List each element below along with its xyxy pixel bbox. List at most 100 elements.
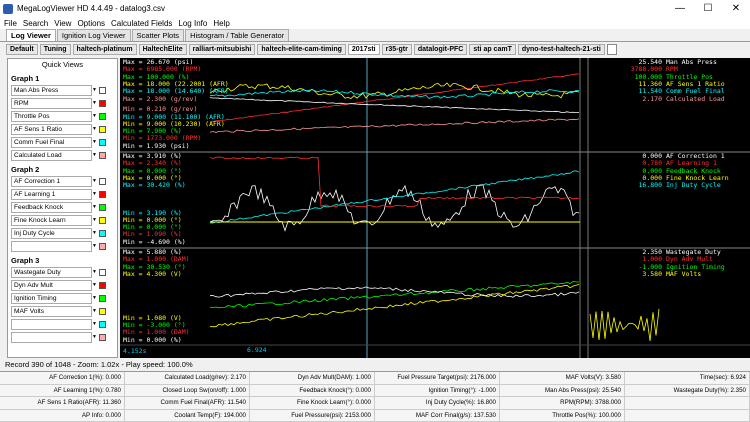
chevron-down-icon[interactable]: ▼ <box>92 267 97 278</box>
readout-cell: Dyn Adv Mult(DAM): 1.000 <box>250 372 375 385</box>
graph-field-row: AF Correction 1 ▼ <box>8 175 117 188</box>
field-select[interactable]: Dyn Adv Mult <box>11 280 92 291</box>
project-tab-haltech-elite-cam-timing[interactable]: haltech-elite-cam-timing <box>257 44 346 55</box>
menu-log-info[interactable]: Log Info <box>178 19 207 28</box>
color-swatch[interactable] <box>99 217 106 224</box>
field-select[interactable]: AF Learning 1 <box>11 189 92 200</box>
project-tab-r35-gtr[interactable]: r35-gtr <box>381 44 412 55</box>
field-select[interactable] <box>11 241 92 252</box>
readout-cell: Time(sec): 6.924 <box>625 372 750 385</box>
field-select[interactable]: AF Correction 1 <box>11 176 92 187</box>
color-swatch[interactable] <box>99 230 106 237</box>
tab-log-viewer[interactable]: Log Viewer <box>6 29 56 41</box>
chevron-down-icon[interactable]: ▼ <box>92 293 97 304</box>
field-select[interactable]: Feedback Knock <box>11 202 92 213</box>
field-select[interactable]: Throttle Pos <box>11 111 92 122</box>
chevron-down-icon[interactable]: ▼ <box>92 228 97 239</box>
color-swatch[interactable] <box>99 139 106 146</box>
graph-field-panel: Quick Views Graph 1 Man Abs Press ▼ RPM ▼ Thr… <box>7 58 118 358</box>
color-swatch[interactable] <box>99 308 106 315</box>
graph-field-row: Fine Knock Learn ▼ <box>8 214 117 227</box>
chevron-down-icon[interactable]: ▼ <box>92 306 97 317</box>
rpm-trace <box>209 73 580 123</box>
project-tab-datalogit-pfc[interactable]: datalogit-PFC <box>413 44 468 55</box>
color-swatch[interactable] <box>99 204 106 211</box>
readout-cell: AF Sens 1 Ratio(AFR): 11.360 <box>0 397 125 410</box>
color-swatch[interactable] <box>99 126 106 133</box>
field-select[interactable]: Inj Duty Cycle <box>11 228 92 239</box>
tab-ignition-log-viewer[interactable]: Ignition Log Viewer <box>56 29 131 41</box>
chevron-down-icon[interactable]: ▼ <box>92 98 97 109</box>
project-tab-haltech-platinum[interactable]: haltech-platinum <box>72 44 137 55</box>
maximize-button[interactable]: ☐ <box>694 0 722 17</box>
project-tab-haltechelite[interactable]: HaltechElite <box>138 44 187 55</box>
chevron-down-icon[interactable]: ▼ <box>92 202 97 213</box>
color-swatch[interactable] <box>99 152 106 159</box>
chevron-down-icon[interactable]: ▼ <box>92 332 97 343</box>
field-select[interactable]: RPM <box>11 98 92 109</box>
map-trace <box>209 97 579 113</box>
chevron-down-icon[interactable]: ▼ <box>92 189 97 200</box>
project-tab-tuning[interactable]: Tuning <box>39 44 71 55</box>
menu-file[interactable]: File <box>4 19 17 28</box>
color-swatch[interactable] <box>99 269 106 276</box>
color-swatch[interactable] <box>99 87 106 94</box>
readout-cell: AF Correction 1(%): 0.000 <box>0 372 125 385</box>
main-tabs: Log Viewer Ignition Log Viewer Scatter Plo… <box>0 29 750 42</box>
color-swatch[interactable] <box>99 243 106 250</box>
readout-cell: Fine Knock Learn(°): 0.000 <box>250 397 375 410</box>
color-swatch[interactable] <box>99 113 106 120</box>
minimize-button[interactable]: — <box>666 0 694 17</box>
project-tab-sti-ap-camt[interactable]: sti ap camT <box>469 44 516 55</box>
chevron-down-icon[interactable]: ▼ <box>92 137 97 148</box>
color-swatch[interactable] <box>99 178 106 185</box>
project-tab-default[interactable]: Default <box>6 44 38 55</box>
min-label: Min = 1.930 (psi) <box>123 141 190 150</box>
field-select[interactable]: AF Sens 1 Ratio <box>11 124 92 135</box>
menu-view[interactable]: View <box>54 19 71 28</box>
field-select[interactable]: Man Abs Press <box>11 85 92 96</box>
readout-cell: Calculated Load(g/rev): 2.170 <box>125 372 250 385</box>
chevron-down-icon[interactable]: ▼ <box>92 111 97 122</box>
menu-help[interactable]: Help <box>213 19 229 28</box>
chevron-down-icon[interactable]: ▼ <box>92 241 97 252</box>
chevron-down-icon[interactable]: ▼ <box>92 150 97 161</box>
project-tab-2017sti[interactable]: 2017sti <box>347 44 380 55</box>
close-button[interactable]: ✕ <box>722 0 750 17</box>
project-tab-ralliart-mitsubishi[interactable]: ralliart-mitsubishi <box>188 44 256 55</box>
tab-histogram-table-generator[interactable]: Histogram / Table Generator <box>185 29 290 41</box>
field-select[interactable]: Fine Knock Learn <box>11 215 92 226</box>
max-label: Max = 30.420 (%) <box>123 181 186 190</box>
color-swatch[interactable] <box>99 295 106 302</box>
new-view-icon[interactable] <box>606 44 617 55</box>
field-select[interactable]: Wastegate Duty <box>11 267 92 278</box>
tab-scatter-plots[interactable]: Scatter Plots <box>131 29 185 41</box>
field-select[interactable]: Calculated Load <box>11 150 92 161</box>
menu-search[interactable]: Search <box>23 19 48 28</box>
field-select[interactable]: MAF Volts <box>11 306 92 317</box>
quick-views-label[interactable]: Quick Views <box>8 59 117 71</box>
readout-cell: RPM(RPM): 3788.000 <box>500 397 625 410</box>
menu-calculated-fields[interactable]: Calculated Fields <box>111 19 172 28</box>
color-swatch[interactable] <box>99 321 106 328</box>
field-select[interactable]: Ignition Timing <box>11 293 92 304</box>
project-tab-dyno-test-haltech-21-sti[interactable]: dyno-test-haltech-21-sti <box>517 44 605 55</box>
color-swatch[interactable] <box>99 282 106 289</box>
chevron-down-icon[interactable]: ▼ <box>92 319 97 330</box>
field-select[interactable] <box>11 319 92 330</box>
field-select[interactable]: Comm Fuel Final <box>11 137 92 148</box>
graph-field-row: Ignition Timing ▼ <box>8 292 117 305</box>
chevron-down-icon[interactable]: ▼ <box>92 124 97 135</box>
menu-options[interactable]: Options <box>77 19 105 28</box>
graph-field-row: RPM ▼ <box>8 97 117 110</box>
log-chart[interactable]: 4.152s Max = 26.670 (psi) Max = 6985.000 … <box>120 58 750 358</box>
field-select[interactable] <box>11 332 92 343</box>
chevron-down-icon[interactable]: ▼ <box>92 176 97 187</box>
graph-field-row: Inj Duty Cycle ▼ <box>8 227 117 240</box>
chevron-down-icon[interactable]: ▼ <box>92 85 97 96</box>
chevron-down-icon[interactable]: ▼ <box>92 280 97 291</box>
color-swatch[interactable] <box>99 334 106 341</box>
color-swatch[interactable] <box>99 191 106 198</box>
color-swatch[interactable] <box>99 100 106 107</box>
chevron-down-icon[interactable]: ▼ <box>92 215 97 226</box>
